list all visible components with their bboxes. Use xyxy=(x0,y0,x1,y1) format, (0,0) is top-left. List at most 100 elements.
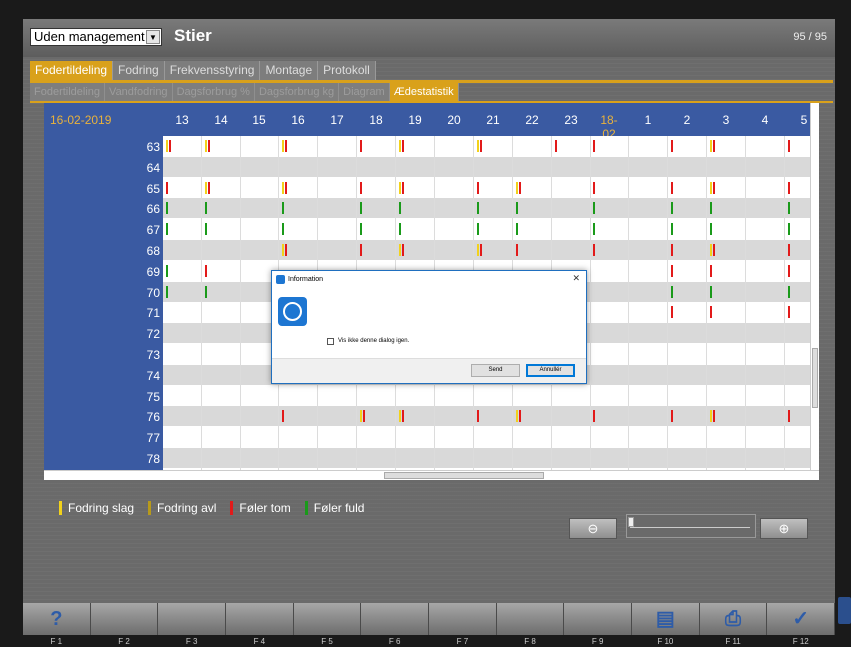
fkey-label: F 4 xyxy=(253,637,266,646)
status-marker xyxy=(360,410,362,423)
row-label: 70 xyxy=(146,285,160,300)
status-marker xyxy=(671,223,673,236)
vertical-scroll-thumb[interactable] xyxy=(812,348,818,408)
status-marker xyxy=(788,306,790,319)
hour-label: 18 xyxy=(369,113,383,127)
status-marker xyxy=(516,202,518,215)
hour-label: 21 xyxy=(486,113,500,127)
management-select-value: Uden management xyxy=(34,29,145,44)
zoom-in-button[interactable]: ⊕ xyxy=(760,518,808,539)
status-marker xyxy=(205,202,207,215)
legend-label: Fodring slag xyxy=(68,501,135,515)
function-key-11[interactable]: ⎙ F 11 xyxy=(699,603,768,646)
function-key-10[interactable]: ▤ F 10 xyxy=(632,603,700,646)
zoom-slider-handle[interactable] xyxy=(628,517,634,527)
teamviewer-side-tab[interactable] xyxy=(838,597,851,624)
status-marker xyxy=(399,410,401,423)
dont-show-again-checkbox[interactable] xyxy=(327,338,334,345)
status-marker xyxy=(402,410,404,423)
subtab-dagsforbrug-pct[interactable]: Dagsforbrug % xyxy=(172,83,255,101)
teamviewer-icon xyxy=(276,275,285,284)
status-marker xyxy=(363,410,365,423)
hour-label: 13 xyxy=(175,113,189,127)
status-marker xyxy=(788,264,790,277)
zoom-slider-track xyxy=(630,527,750,528)
tab-fodertildeling[interactable]: Fodertildeling xyxy=(30,61,114,80)
tab-montage[interactable]: Montage xyxy=(260,61,319,80)
information-dialog: Information ✕ Vis ikke denne dialog igen… xyxy=(271,270,587,384)
function-key-5[interactable]: F 5 xyxy=(293,603,362,646)
status-marker xyxy=(208,140,210,152)
status-marker xyxy=(788,202,790,215)
hour-label: 19 xyxy=(408,113,422,127)
function-key-8[interactable]: F 8 xyxy=(496,603,565,646)
legend-swatch xyxy=(59,501,62,515)
fkey-icon: ▤ xyxy=(655,608,675,630)
status-marker xyxy=(710,202,712,215)
tab-fodring[interactable]: Fodring xyxy=(113,61,165,80)
send-button[interactable]: Send xyxy=(471,364,520,377)
cancel-button[interactable]: Annullér xyxy=(526,364,575,377)
status-marker xyxy=(169,140,171,152)
status-marker xyxy=(671,264,673,277)
tab-frekvensstyring[interactable]: Frekvensstyring xyxy=(164,61,261,80)
function-key-12[interactable]: ✓ F 12 xyxy=(767,603,836,646)
subtab-vandfodring[interactable]: Vandfodring xyxy=(105,83,173,101)
status-marker xyxy=(516,223,518,236)
status-marker xyxy=(671,410,673,423)
row-label: 72 xyxy=(146,327,160,342)
function-key-1[interactable]: ? F 1 xyxy=(23,603,91,646)
status-marker xyxy=(282,202,284,215)
page-title: Stier xyxy=(174,26,212,45)
title-bar: Uden management ▼ Stier 95 / 95 xyxy=(23,19,835,57)
management-select[interactable]: Uden management ▼ xyxy=(30,28,162,46)
horizontal-scrollbar[interactable] xyxy=(44,470,819,480)
tab-protokoll[interactable]: Protokoll xyxy=(318,61,376,80)
status-marker xyxy=(208,181,210,194)
table-row xyxy=(163,385,810,406)
row-label: 64 xyxy=(146,160,160,175)
function-key-6[interactable]: F 6 xyxy=(361,603,430,646)
zoom-slider[interactable] xyxy=(626,514,756,538)
function-key-2[interactable]: F 2 xyxy=(90,603,159,646)
status-marker xyxy=(282,410,284,423)
fkey-label: F 1 xyxy=(50,637,63,646)
legend-swatch xyxy=(148,501,152,515)
legend-label: Føler fuld xyxy=(313,501,365,515)
table-row xyxy=(163,427,810,448)
subtab-fodertildeling[interactable]: Fodertildeling xyxy=(30,83,106,101)
horizontal-scroll-thumb[interactable] xyxy=(384,472,544,479)
row-label: 66 xyxy=(146,202,160,217)
row-label: 78 xyxy=(146,452,160,466)
status-marker xyxy=(166,202,168,215)
zoom-out-button[interactable]: ⊖ xyxy=(569,518,617,539)
row-labels: 63 64 65 66 67 68 69 70 71 72 73 74 75 76 77 78 xyxy=(44,136,163,470)
status-marker xyxy=(788,223,790,236)
status-marker xyxy=(516,181,518,194)
subtab-dagsforbrug-kg[interactable]: Dagsforbrug kg xyxy=(254,83,340,101)
status-marker xyxy=(285,181,287,194)
function-key-7[interactable]: F 7 xyxy=(429,603,497,646)
row-label: 77 xyxy=(146,431,160,446)
legend-swatch xyxy=(304,501,308,515)
fkey-icon: ⎙ xyxy=(725,608,742,630)
function-key-3[interactable]: F 3 xyxy=(158,603,227,646)
hour-label: 16 xyxy=(291,113,305,127)
fkey-label: F 10 xyxy=(657,637,674,646)
subtab-diagram[interactable]: Diagram xyxy=(339,83,390,101)
chevron-down-icon[interactable]: ▼ xyxy=(146,30,160,44)
function-key-9[interactable]: F 9 xyxy=(564,603,633,646)
function-key-4[interactable]: F 4 xyxy=(226,603,294,646)
grid-header: 16-02-2019 13 14 15 16 17 18 19 20 21 22 23 18-02 1 2… xyxy=(44,103,810,141)
subtab-aedestatistik[interactable]: Ædestatistik xyxy=(389,83,459,101)
vertical-scrollbar[interactable] xyxy=(810,103,819,470)
status-marker xyxy=(399,181,401,194)
row-label: 69 xyxy=(146,264,160,279)
fkey-label: F 12 xyxy=(792,637,809,646)
hour-label: 23 xyxy=(564,113,578,127)
close-icon[interactable]: ✕ xyxy=(572,273,580,284)
fkey-label: F 2 xyxy=(118,637,130,646)
sub-tabs: Fodertildeling Vandfodring Dagsforbrug %… xyxy=(30,83,459,101)
status-marker xyxy=(360,244,362,256)
status-marker xyxy=(477,202,479,215)
